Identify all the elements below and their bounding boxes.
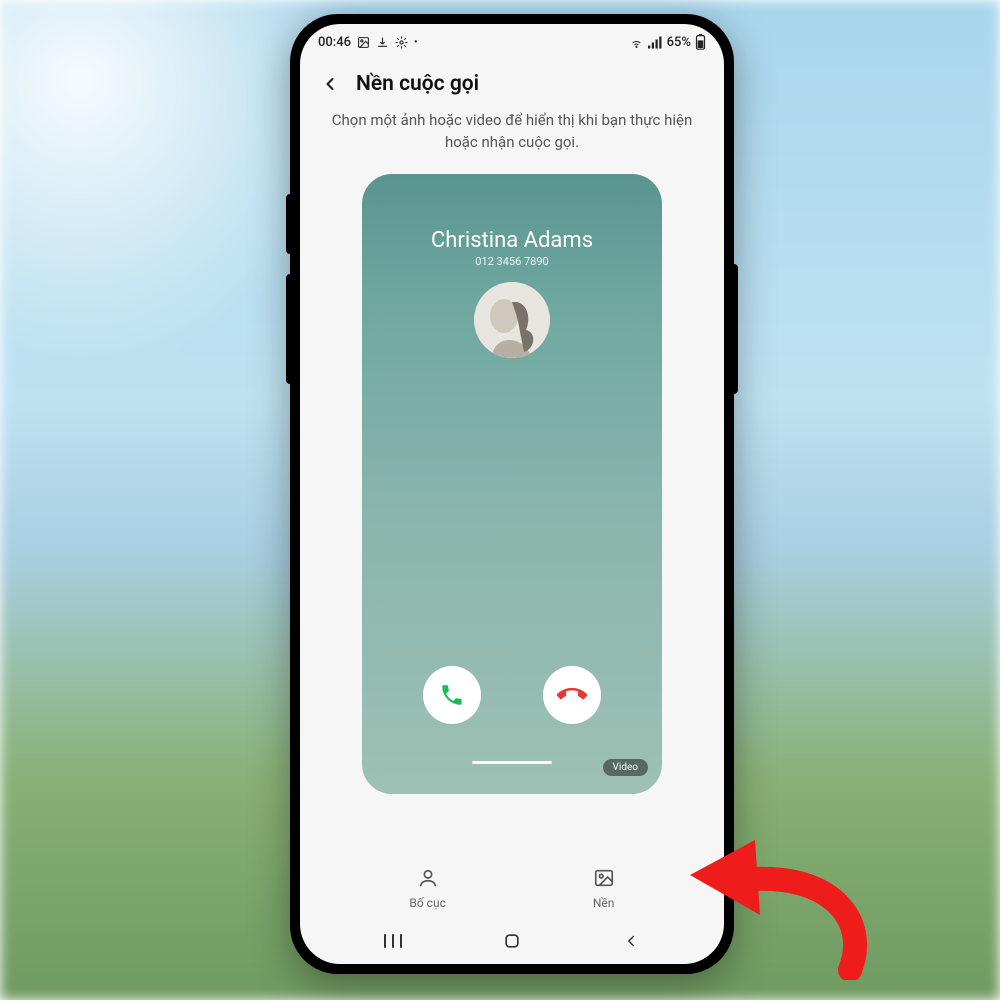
- tab-background[interactable]: Nền: [593, 867, 615, 910]
- video-chip: Video: [603, 759, 648, 776]
- decline-button[interactable]: [543, 666, 601, 724]
- call-buttons: [362, 666, 662, 724]
- caller-name: Christina Adams: [362, 228, 662, 253]
- battery-percent: 65%: [667, 35, 691, 50]
- signal-icon: [648, 36, 663, 49]
- download-icon: [376, 36, 389, 49]
- page-title: Nền cuộc gọi: [356, 72, 479, 96]
- image-icon: [593, 867, 615, 892]
- caller-info: Christina Adams 012 3456 7890: [362, 228, 662, 268]
- volume-button-bottom: [286, 274, 290, 384]
- page-description: Chọn một ảnh hoặc video để hiển thị khi …: [300, 102, 724, 168]
- android-nav: [300, 918, 724, 964]
- caller-number: 012 3456 7890: [362, 255, 662, 268]
- nav-recents[interactable]: [382, 930, 404, 952]
- tab-background-label: Nền: [593, 896, 615, 910]
- call-preview: Christina Adams 012 3456 7890: [362, 174, 662, 794]
- more-dot: •: [414, 37, 418, 48]
- tab-layout-label: Bố cục: [409, 896, 445, 910]
- volume-button-top: [286, 194, 290, 254]
- gear-icon: [395, 36, 408, 49]
- bottom-tabs: Bố cục Nền: [300, 867, 724, 910]
- answer-button[interactable]: [423, 666, 481, 724]
- status-bar: 00:46 • 65%: [300, 24, 724, 60]
- image-icon: [357, 36, 370, 49]
- power-button: [734, 264, 738, 394]
- battery-icon: [695, 34, 706, 50]
- phone-frame: 00:46 • 65%: [290, 14, 734, 974]
- person-icon: [417, 867, 439, 892]
- screen: 00:46 • 65%: [300, 24, 724, 964]
- nav-home[interactable]: [501, 930, 523, 952]
- page-header: Nền cuộc gọi: [300, 60, 724, 102]
- tab-layout[interactable]: Bố cục: [409, 867, 445, 910]
- status-time: 00:46: [318, 35, 351, 50]
- gesture-bar: [472, 761, 552, 764]
- nav-back[interactable]: [620, 930, 642, 952]
- wifi-icon: [629, 36, 644, 49]
- back-button[interactable]: [318, 72, 342, 96]
- avatar: [474, 282, 550, 358]
